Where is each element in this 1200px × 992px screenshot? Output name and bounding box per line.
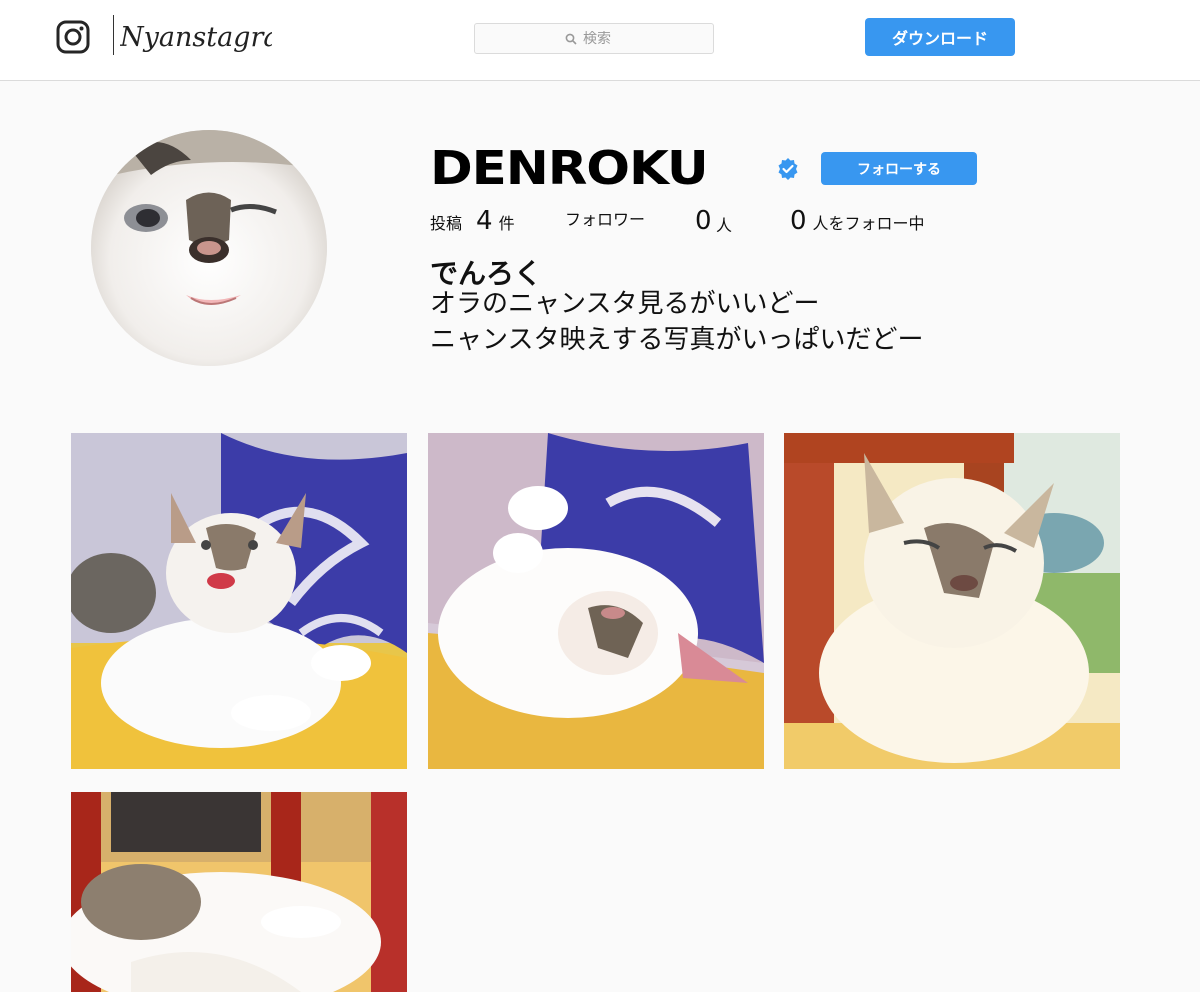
profile-avatar[interactable] xyxy=(91,130,327,366)
top-nav: Nyanstagram ダウンロード xyxy=(0,0,1200,81)
search-icon xyxy=(565,33,577,45)
post-thumbnail[interactable] xyxy=(71,792,407,992)
following-count: 0 xyxy=(790,206,807,236)
following-stat[interactable]: 0 人をフォロー中 xyxy=(790,206,925,236)
cat-photo-icon xyxy=(71,792,407,992)
cat-photo-icon xyxy=(428,433,764,769)
nyanstagram-logo[interactable]: Nyanstagram xyxy=(120,8,272,60)
profile-bio-line: オラのニャンスタ見るがいいどー xyxy=(430,289,820,319)
verified-badge-icon xyxy=(778,158,798,180)
followers-stat[interactable]: フォロワー xyxy=(565,206,645,230)
followers-label: フォロワー xyxy=(565,210,646,229)
following-label: 人をフォロー中 xyxy=(812,214,925,233)
posts-label: 投稿 xyxy=(430,214,463,233)
cat-photo-icon xyxy=(784,433,1120,769)
post-thumbnail[interactable] xyxy=(428,433,764,769)
search-box[interactable] xyxy=(474,23,714,54)
logo-text: Nyanstagram xyxy=(120,22,272,53)
posts-stat: 投稿 4 件 xyxy=(430,206,515,236)
profile-username: DENROKU xyxy=(430,141,709,195)
followers-count[interactable]: 0 xyxy=(695,206,712,236)
search-input[interactable] xyxy=(583,30,623,47)
posts-unit: 件 xyxy=(498,214,515,233)
logo-divider xyxy=(113,15,114,55)
cat-photo-icon xyxy=(71,433,407,769)
post-thumbnail[interactable] xyxy=(784,433,1120,769)
posts-count: 4 xyxy=(476,206,493,236)
followers-unit: 人 xyxy=(716,216,733,235)
post-thumbnail[interactable] xyxy=(71,433,407,769)
follow-button[interactable]: フォローする xyxy=(821,152,977,185)
download-button[interactable]: ダウンロード xyxy=(865,18,1015,56)
profile-bio-line: ニャンスタ映えする写真がいっぱいだどー xyxy=(430,325,924,355)
instagram-icon[interactable] xyxy=(56,20,90,54)
